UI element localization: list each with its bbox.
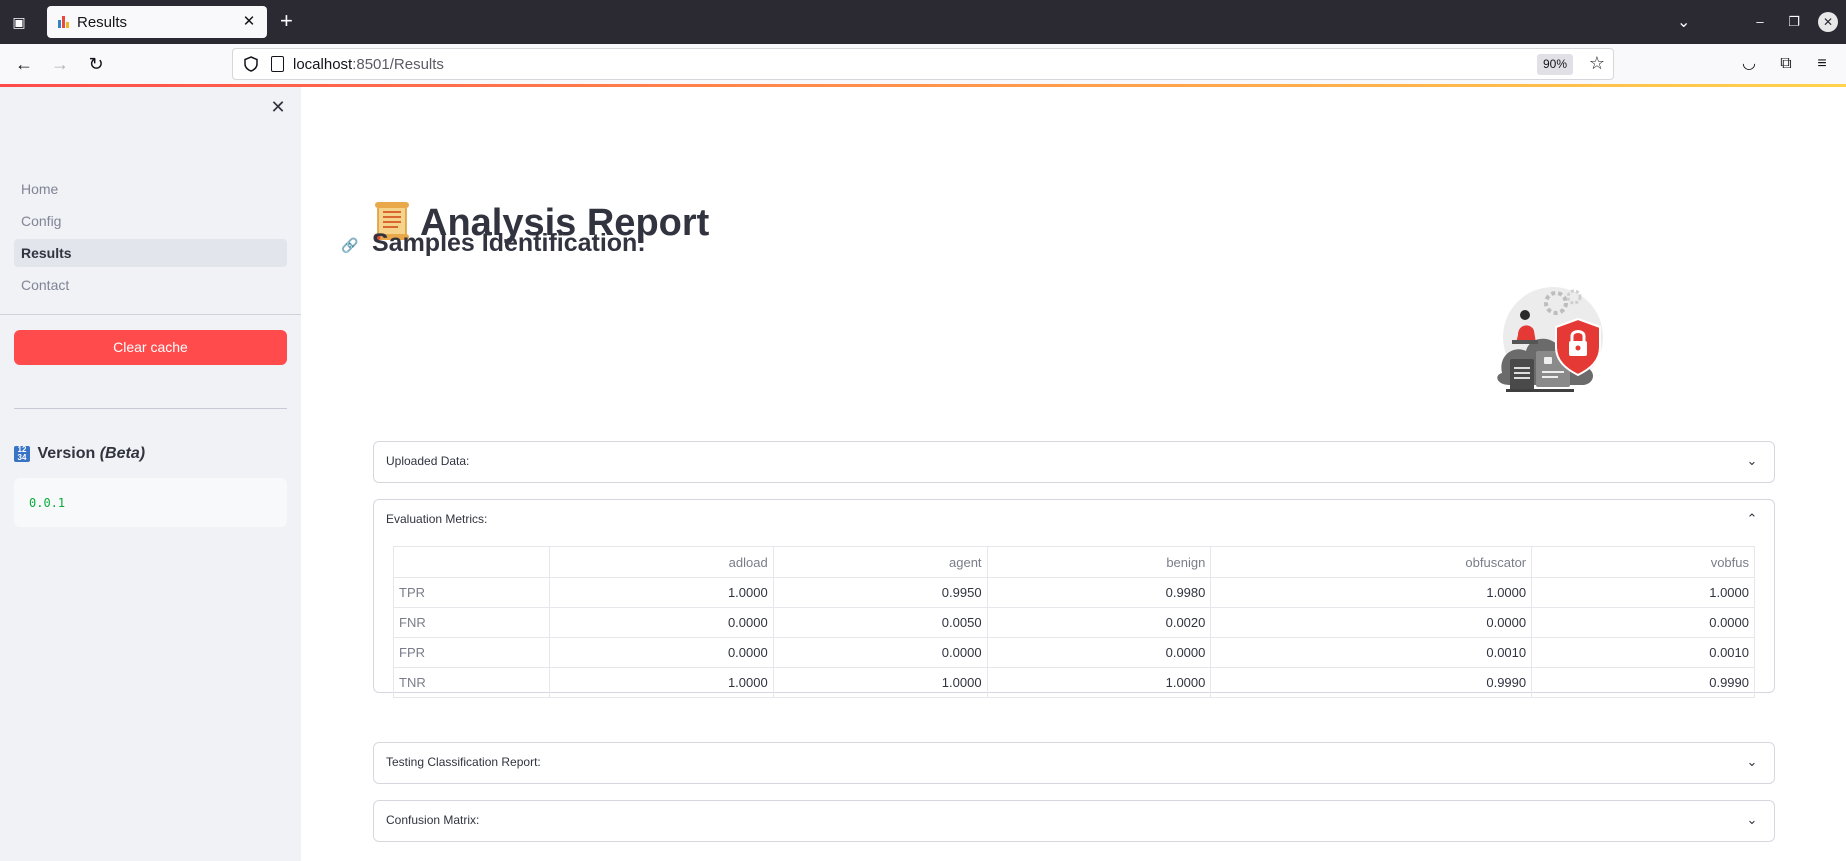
table-header-row: adload agent benign obfuscator vobfus [393, 546, 1755, 578]
expander-label: Evaluation Metrics: [386, 512, 488, 526]
version-heading: 12 34 Version (Beta) [14, 445, 145, 463]
table-cell: 0.9980 [986, 577, 1212, 608]
column-header[interactable]: agent [772, 546, 988, 578]
sidebar: ✕ Home Config Results Contact Clear cach… [0, 87, 301, 861]
url-bar[interactable]: localhost:8501/Results 90% ☆ [232, 48, 1614, 80]
column-header[interactable]: vobfus [1531, 546, 1755, 578]
sidebar-item-contact[interactable]: Contact [14, 271, 287, 299]
table-cell: 0.9950 [772, 577, 988, 608]
bookmark-star-icon[interactable]: ☆ [1589, 53, 1605, 74]
window-close-icon[interactable]: ✕ [1818, 12, 1838, 32]
table-row: TPR 1.0000 0.9950 0.9980 1.0000 1.0000 [393, 577, 1755, 608]
restore-icon[interactable]: ❐ [1784, 12, 1804, 32]
sidebar-item-config[interactable]: Config [14, 207, 287, 235]
extensions-puzzle-icon[interactable]: ⧉ [1775, 53, 1797, 75]
back-arrow-icon[interactable]: ← [12, 54, 36, 74]
metrics-table: adload agent benign obfuscator vobfus TP… [393, 546, 1755, 698]
table-cell: 1.0000 [1531, 577, 1755, 608]
table-row: FNR 0.0000 0.0050 0.0020 0.0000 0.0000 [393, 607, 1755, 638]
sidebar-divider [14, 408, 287, 409]
table-cell: 0.0000 [1210, 607, 1533, 638]
table-cell: 0.0010 [1210, 637, 1533, 668]
table-cell: 0.0000 [986, 637, 1212, 668]
url-text[interactable]: localhost:8501/Results [293, 56, 444, 73]
chevron-down-icon[interactable]: ⌄ [1744, 453, 1760, 469]
main-content: Analysis Report 🔗 Samples Identification… [301, 87, 1846, 861]
sidebar-close-icon[interactable]: ✕ [268, 97, 288, 117]
table-cell: 1.0000 [1210, 577, 1533, 608]
uploaded-data-expander[interactable]: Uploaded Data: ⌄ [373, 441, 1775, 483]
table-cell: 0.0000 [548, 637, 774, 668]
table-corner-cell [393, 546, 550, 578]
table-cell: 0.0010 [1531, 637, 1755, 668]
table-cell: 1.0000 [986, 667, 1212, 698]
column-header[interactable]: benign [986, 546, 1212, 578]
row-header: FPR [393, 637, 550, 668]
security-illustration [1497, 287, 1603, 392]
expander-header[interactable]: Uploaded Data: ⌄ [374, 442, 1774, 482]
sidebar-divider [0, 314, 301, 315]
table-cell: 0.0000 [548, 607, 774, 638]
new-tab-icon[interactable]: + [280, 10, 293, 32]
evaluation-metrics-expander[interactable]: Evaluation Metrics: ⌃ adload agent benig… [373, 499, 1775, 698]
browser-navbar: ← → ↻ localhost:8501/Results 90% ☆ ◡ ⧉ ≡ [0, 44, 1846, 84]
tab-list-icon[interactable]: ▣ [8, 12, 30, 32]
expander-label: Uploaded Data: [386, 454, 470, 468]
app-menu-icon[interactable]: ≡ [1811, 53, 1833, 75]
page-info-icon[interactable] [271, 56, 284, 72]
row-header: TPR [393, 577, 550, 608]
chart-favicon-icon [57, 15, 71, 29]
table-row: FPR 0.0000 0.0000 0.0000 0.0010 0.0010 [393, 637, 1755, 668]
table-cell: 0.0000 [1531, 607, 1755, 638]
tab-title: Results [77, 14, 128, 31]
chevron-up-icon[interactable]: ⌃ [1744, 511, 1760, 527]
zoom-level-badge[interactable]: 90% [1536, 54, 1573, 75]
pocket-icon[interactable]: ◡ [1738, 53, 1760, 75]
table-row: TNR 1.0000 1.0000 1.0000 0.9990 0.9990 [393, 667, 1755, 698]
sidebar-item-results[interactable]: Results [14, 239, 287, 267]
list-all-tabs-chevron-icon[interactable]: ⌄ [1677, 12, 1690, 32]
expander-header[interactable]: Testing Classification Report: ⌄ [374, 743, 1774, 783]
chevron-down-icon[interactable]: ⌄ [1744, 754, 1760, 770]
table-cell: 1.0000 [548, 577, 774, 608]
testing-classification-report-expander[interactable]: Testing Classification Report: ⌄ [373, 742, 1775, 784]
table-cell: 0.0000 [772, 637, 988, 668]
tab-close-icon[interactable]: ✕ [239, 12, 259, 32]
shield-icon[interactable] [243, 56, 259, 72]
expander-header[interactable]: Evaluation Metrics: ⌃ [374, 500, 1774, 540]
table-cell: 0.0050 [772, 607, 988, 638]
anchor-link-icon[interactable]: 🔗 [341, 237, 358, 254]
table-cell: 1.0000 [548, 667, 774, 698]
sidebar-nav: Home Config Results Contact [14, 175, 287, 303]
confusion-matrix-expander[interactable]: Confusion Matrix: ⌄ [373, 800, 1775, 842]
forward-arrow-icon[interactable]: → [48, 54, 72, 74]
numbers-icon: 12 34 [14, 446, 30, 462]
row-header: FNR [393, 607, 550, 638]
table-cell: 0.9990 [1210, 667, 1533, 698]
table-cell: 0.0020 [986, 607, 1212, 638]
expander-header[interactable]: Confusion Matrix: ⌄ [374, 801, 1774, 841]
chevron-down-icon[interactable]: ⌄ [1744, 812, 1760, 828]
table-cell: 0.9990 [1531, 667, 1755, 698]
sidebar-item-home[interactable]: Home [14, 175, 287, 203]
minimize-icon[interactable]: – [1750, 12, 1770, 32]
section-title: Samples Identification: [372, 229, 646, 257]
column-header[interactable]: obfuscator [1210, 546, 1533, 578]
browser-titlebar: ▣ Results ✕ + ⌄ – ❐ ✕ [0, 0, 1846, 44]
expander-label: Confusion Matrix: [386, 813, 480, 827]
column-header[interactable]: adload [548, 546, 774, 578]
expander-label: Testing Classification Report: [386, 755, 541, 769]
clear-cache-button[interactable]: Clear cache [14, 330, 287, 365]
reload-icon[interactable]: ↻ [84, 54, 108, 74]
table-cell: 1.0000 [772, 667, 988, 698]
row-header: TNR [393, 667, 550, 698]
version-code-block: 0.0.1 [14, 478, 287, 527]
browser-tab-results[interactable]: Results ✕ [47, 6, 267, 38]
